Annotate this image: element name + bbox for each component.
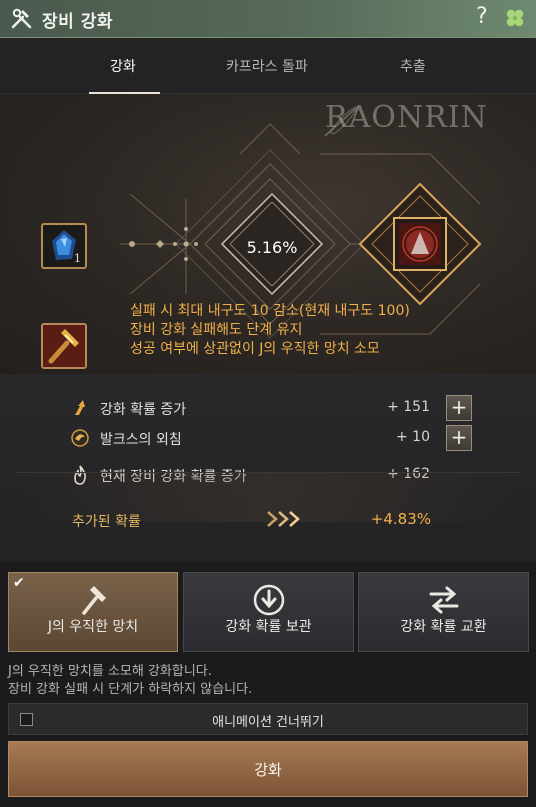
enhance-button[interactable]: 강화 — [8, 741, 528, 797]
enhance-button-label: 강화 — [254, 761, 282, 779]
note-line: 장비 강화 실패 시 단계가 하락하지 않습니다. — [8, 682, 253, 697]
skip-animation-row[interactable]: 애니메이션 건너뛰기 — [8, 703, 528, 735]
download-circle-icon — [253, 584, 284, 616]
help-button[interactable]: ? — [476, 4, 488, 29]
option-label: 강화 확률 교환 — [400, 619, 487, 635]
title-bar: 장비 강화 ? — [0, 0, 536, 38]
note-line: J의 우직한 망치를 소모해 강화합니다. — [8, 664, 212, 679]
hammer-icon — [82, 586, 106, 615]
enhance-chance-percent: 5.16% — [246, 238, 298, 257]
option-label: J의 우직한 망치 — [47, 619, 139, 635]
info-line-keep-level: 장비 강화 실패해도 단계 유지 — [130, 322, 303, 338]
option-exchange-chance-button[interactable]: 강화 확률 교환 — [358, 572, 529, 652]
material-slot-blackstone[interactable]: 1 — [41, 223, 87, 269]
material-slot-hammer[interactable] — [41, 323, 87, 369]
enhance-info: 실패 시 최대 내구도 10 감소(현재 내구도 100) 장비 강화 실패해도… — [130, 302, 410, 359]
stat-label: 강화 확률 증가 — [100, 402, 187, 418]
add-chance-button[interactable]: + — [446, 395, 472, 421]
watermark: RAONRIN — [325, 100, 488, 135]
added-chance-value: +4.83% — [370, 510, 431, 528]
valks-cry-icon — [71, 429, 89, 447]
enhance-panel: RAONRIN 1 5.16% 실패 시 최대 내구도 10 감소(현재 내구도… — [0, 94, 536, 374]
selected-check-icon: ✔ — [13, 575, 25, 591]
triple-chevron-icon — [267, 511, 300, 527]
stat-value: + 10 — [396, 429, 430, 445]
enhance-note: J의 우직한 망치를 소모해 강화합니다. 장비 강화 실패 시 단계가 하락하… — [8, 663, 252, 699]
tab-enhance[interactable]: 강화 — [110, 56, 136, 76]
info-line-consume: 성공 여부에 상관없이 J의 우직한 망치 소모 — [130, 341, 380, 357]
stat-row-chance-increase: 강화 확률 증가 + 151 + — [70, 395, 480, 421]
stat-row-valks-cry: 발크스의 외침 + 10 + — [70, 425, 480, 451]
hammer-item-icon — [43, 325, 85, 367]
material-count: 1 — [74, 252, 81, 265]
tab-extract[interactable]: 추출 — [400, 56, 426, 76]
stats-panel: 강화 확률 증가 + 151 + 발크스의 외침 + 10 + 현재 장비 강화… — [0, 374, 536, 562]
stat-value: + 151 — [387, 399, 430, 415]
added-chance-label: 추가된 확률 — [72, 514, 141, 530]
tab-kapras-breakthrough[interactable]: 카프라스 돌파 — [226, 56, 308, 76]
tab-bar: 강화 카프라스 돌파 추출 — [0, 38, 536, 94]
window-title: 장비 강화 — [42, 12, 113, 32]
stat-label: 발크스의 외침 — [100, 432, 182, 448]
hammer-wrench-icon — [11, 8, 32, 29]
option-store-chance-button[interactable]: 강화 확률 보관 — [183, 572, 354, 652]
add-valks-button[interactable]: + — [446, 425, 472, 451]
info-line-durability: 실패 시 최대 내구도 10 감소(현재 내구도 100) — [130, 303, 410, 319]
arrow-up-icon — [75, 400, 85, 415]
skip-animation-label: 애니메이션 건너뛰기 — [212, 715, 324, 730]
clover-icon[interactable] — [503, 6, 527, 30]
option-label: 강화 확률 보관 — [225, 619, 312, 635]
added-chance-row: 추가된 확률 +4.83% — [16, 472, 521, 530]
swap-arrows-icon — [429, 586, 458, 614]
option-hammer-button[interactable]: ✔ J의 우직한 망치 — [8, 572, 178, 652]
